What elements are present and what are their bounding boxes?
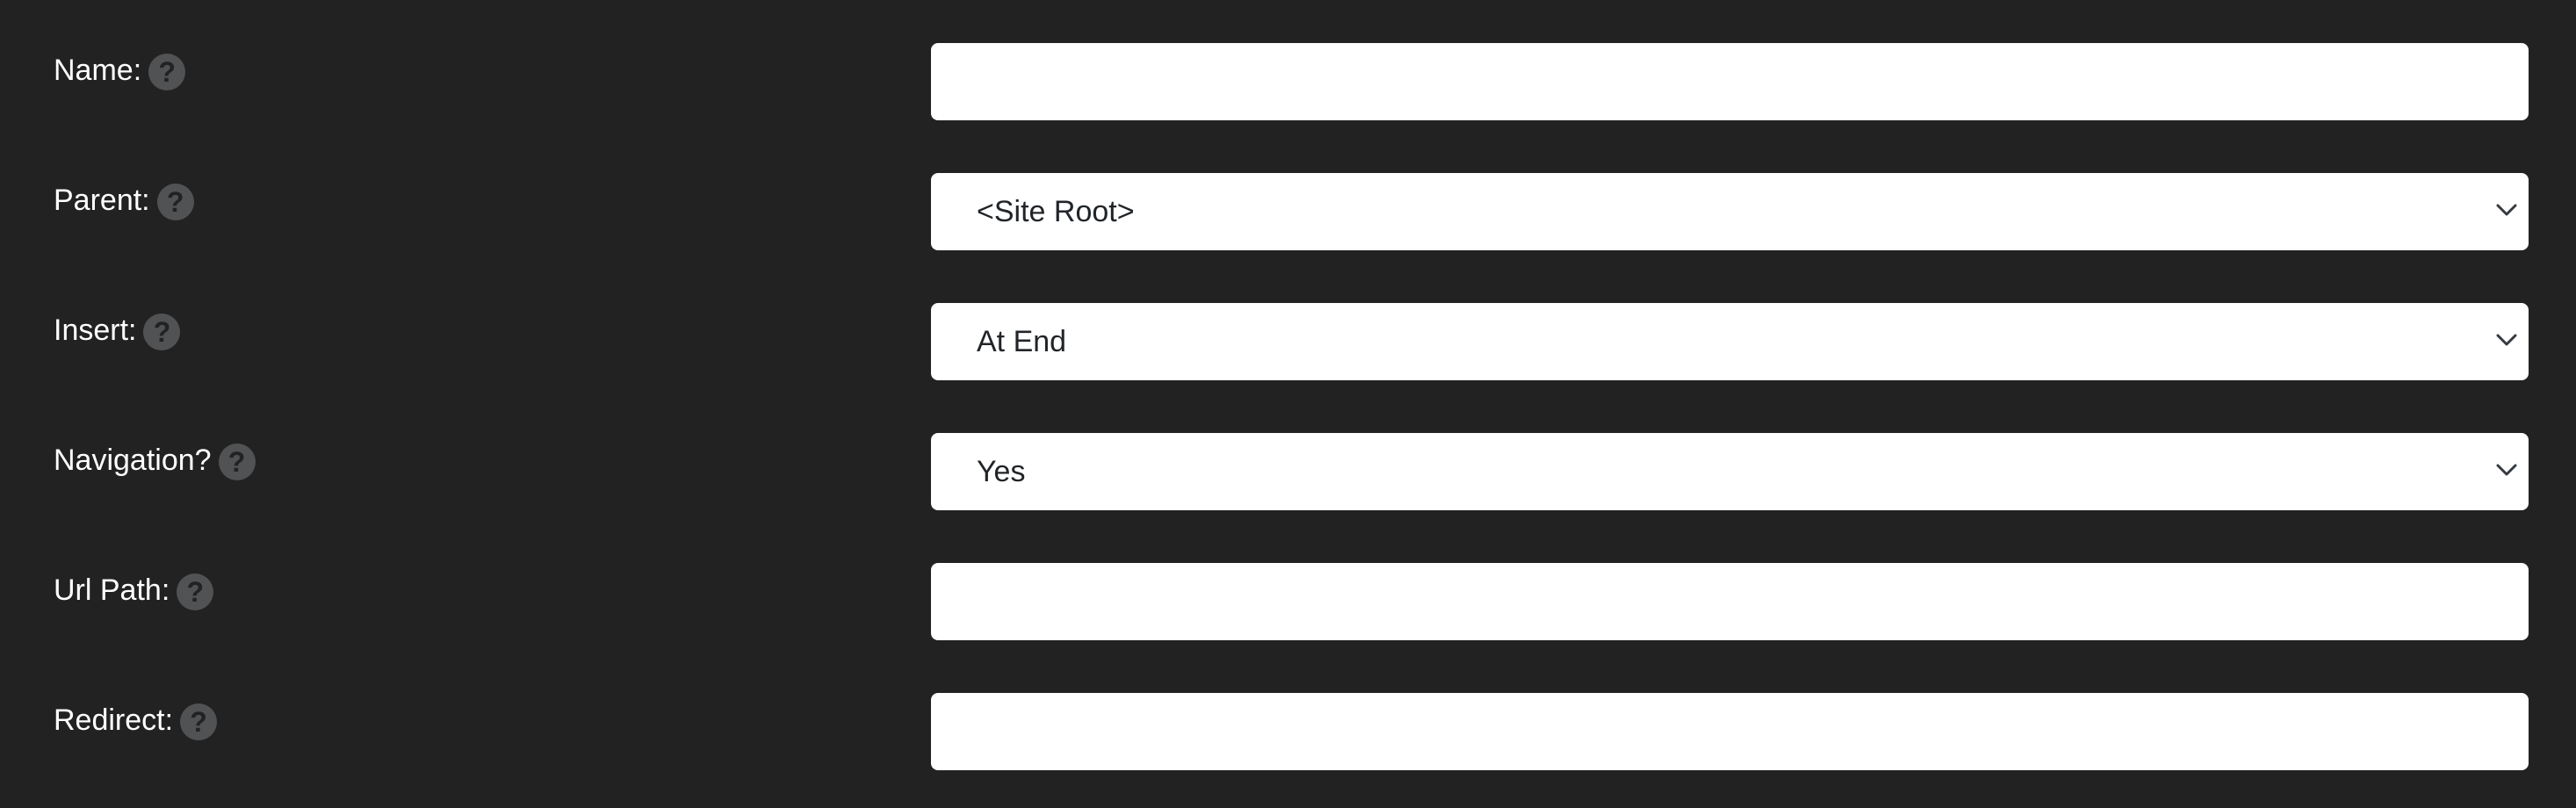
insert-select-value: At End (977, 325, 1067, 358)
parent-row: Parent: ? <Site Root> (0, 173, 2576, 250)
chevron-down-icon (2496, 204, 2517, 216)
navigation-label: Navigation? (54, 444, 212, 477)
chevron-down-icon (2496, 334, 2517, 346)
redirect-row: Redirect: ? (0, 693, 2576, 770)
navigation-select[interactable]: Yes (931, 433, 2529, 510)
url-path-label-group: Url Path: ? (54, 568, 214, 612)
name-row: Name: ? (0, 43, 2576, 120)
insert-select[interactable]: At End (931, 303, 2529, 380)
redirect-label: Redirect: (54, 703, 174, 737)
insert-row: Insert: ? At End (0, 303, 2576, 380)
url-path-input[interactable] (931, 563, 2529, 640)
question-circle-icon[interactable]: ? (180, 703, 218, 740)
navigation-select-value: Yes (977, 455, 1026, 488)
question-circle-icon[interactable]: ? (156, 184, 194, 220)
parent-select-value: <Site Root> (977, 195, 1135, 228)
redirect-input[interactable] (931, 693, 2529, 770)
navigation-row: Navigation? ? Yes (0, 433, 2576, 510)
parent-select[interactable]: <Site Root> (931, 173, 2529, 250)
name-input[interactable] (931, 43, 2529, 120)
name-label-group: Name: ? (54, 48, 186, 92)
chevron-down-icon (2496, 464, 2517, 476)
parent-label-group: Parent: ? (54, 178, 194, 222)
url-path-row: Url Path: ? (0, 563, 2576, 640)
insert-label-group: Insert: ? (54, 308, 181, 352)
page-settings-form: Name: ? Parent: ? <Site Root> Insert: ? … (0, 0, 2576, 808)
parent-label: Parent: (54, 184, 150, 217)
name-label: Name: (54, 54, 142, 87)
question-circle-icon[interactable]: ? (143, 314, 181, 350)
url-path-label: Url Path: (54, 574, 170, 607)
question-circle-icon[interactable]: ? (218, 444, 256, 480)
question-circle-icon[interactable]: ? (148, 54, 186, 90)
navigation-label-group: Navigation? ? (54, 438, 256, 482)
question-circle-icon[interactable]: ? (177, 574, 214, 610)
insert-label: Insert: (54, 314, 137, 347)
redirect-label-group: Redirect: ? (54, 698, 218, 742)
